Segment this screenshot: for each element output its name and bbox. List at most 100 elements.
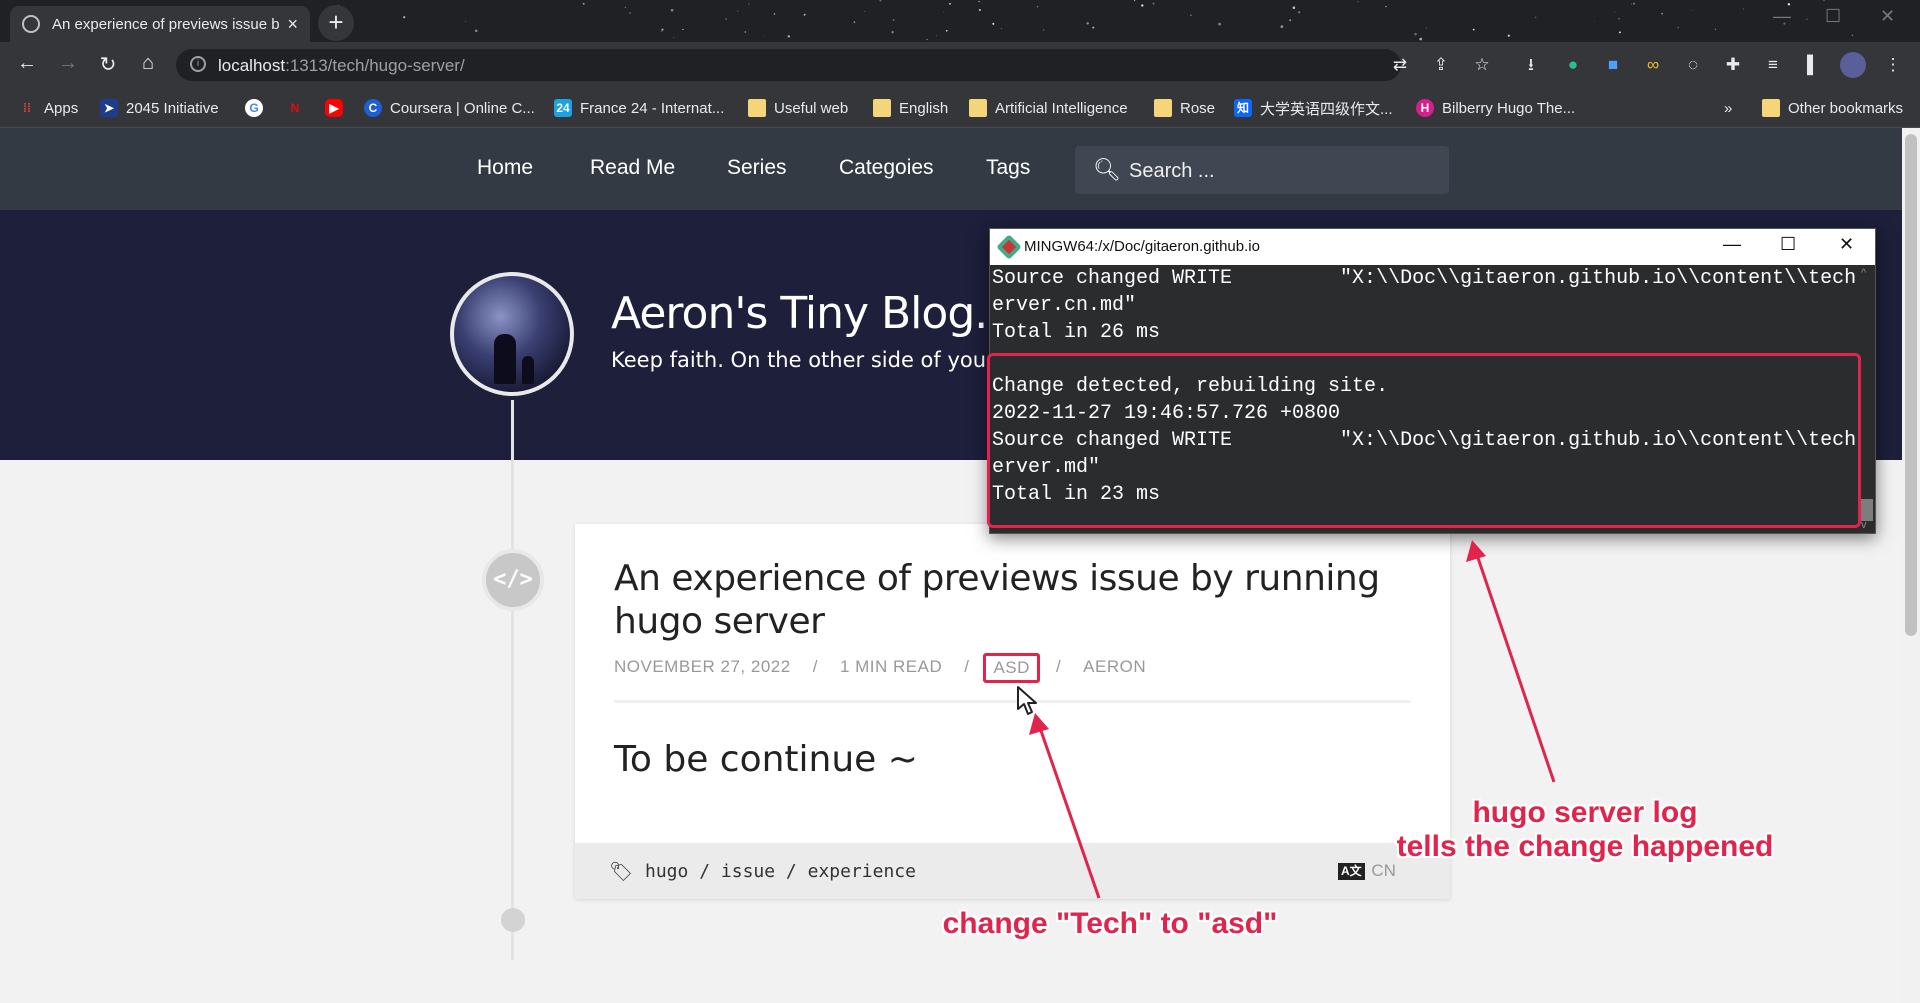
bookmark-label: 大学英语四级作文... xyxy=(1260,100,1393,118)
address-bar[interactable]: i localhost:1313/tech/hugo-server/ xyxy=(176,49,1401,81)
site-search-input[interactable]: 🔍︎ Search ... xyxy=(1075,146,1449,194)
timeline-line xyxy=(511,400,514,960)
bookmark-label: Apps xyxy=(44,99,79,117)
site-info-icon[interactable]: i xyxy=(190,56,206,72)
page-scrollbar[interactable] xyxy=(1902,128,1920,1003)
post-title[interactable]: An experience of previews issue by runni… xyxy=(614,557,1414,643)
reload-icon[interactable]: ↻ xyxy=(95,52,121,77)
bookmark-bilberry[interactable]: H Bilberry Hugo The... xyxy=(1416,96,1575,120)
bookmark-label: Rose xyxy=(1180,99,1216,117)
globe-icon xyxy=(22,15,40,33)
home-icon[interactable]: ⌂ xyxy=(135,52,161,75)
window-maximize-icon[interactable]: ☐ xyxy=(1825,6,1841,27)
post-meta: NOVEMBER 27, 2022 / 1 MIN READ / ASD / A… xyxy=(614,653,1168,687)
media-queue-icon[interactable]: ≡ xyxy=(1760,52,1786,78)
folder-icon xyxy=(748,99,766,117)
terminal-titlebar[interactable]: MINGW64:/x/Doc/gitaeron.github.io — ☐ ✕ xyxy=(990,229,1875,265)
bookmark-youtube[interactable]: ▶ xyxy=(325,96,351,120)
window-minimize-icon[interactable]: — xyxy=(1773,6,1791,27)
url-path: :1313/tech/hugo-server/ xyxy=(285,56,465,75)
nav-series[interactable]: Series xyxy=(727,156,787,180)
netflix-icon: N xyxy=(290,101,300,115)
bookmark-label: Other bookmarks xyxy=(1788,99,1904,117)
tag-link[interactable]: issue xyxy=(721,861,775,882)
google-icon: G xyxy=(245,99,263,117)
extension-translate-icon[interactable]: ■ xyxy=(1600,52,1626,78)
bookmark-2045-initiative[interactable]: ➤ 2045 Initiative xyxy=(100,96,219,120)
bookmark-folder-ai[interactable]: Artificial Intelligence xyxy=(969,96,1128,120)
post-author[interactable]: AERON xyxy=(1083,657,1146,687)
menu-kebab-icon[interactable]: ⋮ xyxy=(1880,52,1906,78)
zhihu-icon: 知 xyxy=(1234,99,1252,117)
language-label: CN xyxy=(1371,861,1396,880)
log-annotation-line2: tells the change happened xyxy=(1396,830,1774,863)
nav-read-me[interactable]: Read Me xyxy=(590,156,675,180)
bookmark-folder-english[interactable]: English xyxy=(873,96,948,120)
terminal-maximize-icon[interactable]: ☐ xyxy=(1780,234,1796,255)
terminal-close-icon[interactable]: ✕ xyxy=(1839,234,1854,255)
tab-close-icon[interactable]: × xyxy=(287,14,298,35)
blog-subtitle: Keep faith. On the other side of your xyxy=(611,348,995,372)
2045-initiative-icon: ➤ xyxy=(100,99,118,117)
bookmark-apps[interactable]: ⁞⁞ Apps xyxy=(18,96,78,120)
folder-icon xyxy=(1154,99,1172,117)
search-placeholder: Search ... xyxy=(1129,160,1215,182)
tag-link[interactable]: experience xyxy=(808,861,916,882)
terminal-line: Source changed WRITE "X:\\Doc\\gitaeron.… xyxy=(992,267,1857,290)
category-annotation: change "Tech" to "asd" xyxy=(942,907,1278,940)
translate-icon[interactable]: ⇄ xyxy=(1387,52,1413,78)
bookmark-france24[interactable]: 24 France 24 - Internat... xyxy=(554,96,724,120)
france24-icon: 24 xyxy=(554,99,572,117)
bookmark-netflix[interactable]: N xyxy=(286,96,312,120)
new-tab-button[interactable]: + xyxy=(318,5,354,41)
bookmark-folder-useful-web[interactable]: Useful web xyxy=(748,96,848,120)
search-icon: 🔍︎ xyxy=(1093,157,1121,182)
log-annotation-line1: hugo server log xyxy=(1472,796,1698,829)
bookmark-google[interactable]: G xyxy=(245,96,271,120)
grammarly-icon[interactable]: ● xyxy=(1560,52,1586,78)
side-panel-icon[interactable]: ▌ xyxy=(1800,52,1826,78)
apps-grid-icon: ⁞⁞ xyxy=(23,101,31,115)
scroll-up-chevron-icon[interactable]: ^ xyxy=(1861,267,1866,279)
nav-home[interactable]: Home xyxy=(477,156,533,180)
back-arrow-icon[interactable]: ← xyxy=(14,52,40,75)
blog-title[interactable]: Aeron's Tiny Blog. xyxy=(611,288,988,339)
terminal-scroll-thumb[interactable] xyxy=(1860,499,1873,521)
bookmark-zhihu[interactable]: 知大学英语四级作文... xyxy=(1234,96,1393,120)
profile-avatar[interactable] xyxy=(1840,52,1866,78)
meta-separator: / xyxy=(812,657,818,676)
bookmark-label: France 24 - Internat... xyxy=(580,99,725,117)
terminal-minimize-icon[interactable]: — xyxy=(1723,234,1741,255)
infinity-extension-icon[interactable]: ∞ xyxy=(1640,52,1666,78)
nav-tags[interactable]: Tags xyxy=(986,156,1030,180)
share-icon[interactable]: ⇪ xyxy=(1428,52,1454,78)
scroll-down-chevron-icon[interactable]: v xyxy=(1861,519,1867,531)
bilberry-icon: H xyxy=(1416,99,1434,117)
post-read-time: 1 MIN READ xyxy=(839,657,943,676)
terminal-line: Total in 26 ms xyxy=(992,321,1161,344)
post-tags: hugo / issue / experience xyxy=(645,861,916,882)
nav-categories[interactable]: Categoies xyxy=(839,156,934,180)
url-text[interactable]: localhost:1313/tech/hugo-server/ xyxy=(218,56,465,76)
reading-extension-icon[interactable]: ◌ xyxy=(1680,52,1706,78)
bookmark-other-bookmarks[interactable]: Other bookmarks xyxy=(1762,96,1903,120)
tag-link[interactable]: hugo xyxy=(645,861,688,882)
log-highlight-box xyxy=(987,353,1861,528)
bookmark-star-icon[interactable]: ☆ xyxy=(1469,52,1495,78)
extensions-puzzle-icon[interactable]: ✚ xyxy=(1720,52,1746,78)
url-host: localhost xyxy=(218,56,286,75)
bookmark-coursera[interactable]: C Coursera | Online C... xyxy=(364,96,535,120)
window-close-icon[interactable]: ✕ xyxy=(1880,6,1895,27)
post-card: An experience of previews issue by runni… xyxy=(575,524,1450,899)
browser-tab-active[interactable]: An experience of previews issue by runni… xyxy=(10,6,310,42)
post-divider xyxy=(614,700,1411,703)
terminal-title: MINGW64:/x/Doc/gitaeron.github.io xyxy=(1024,238,1260,255)
forward-arrow-icon[interactable]: → xyxy=(55,52,81,75)
scrollbar-thumb[interactable] xyxy=(1905,134,1917,636)
post-category-link[interactable]: ASD xyxy=(983,653,1040,683)
language-switch[interactable]: A文 CN xyxy=(1338,861,1396,881)
more-bookmarks-chevron-icon[interactable]: » xyxy=(1724,96,1732,120)
download-icon[interactable]: ⭳ xyxy=(1518,52,1544,78)
bookmark-folder-rose[interactable]: Rose xyxy=(1154,96,1215,120)
tags-icon: 🏷︎ xyxy=(609,862,634,883)
